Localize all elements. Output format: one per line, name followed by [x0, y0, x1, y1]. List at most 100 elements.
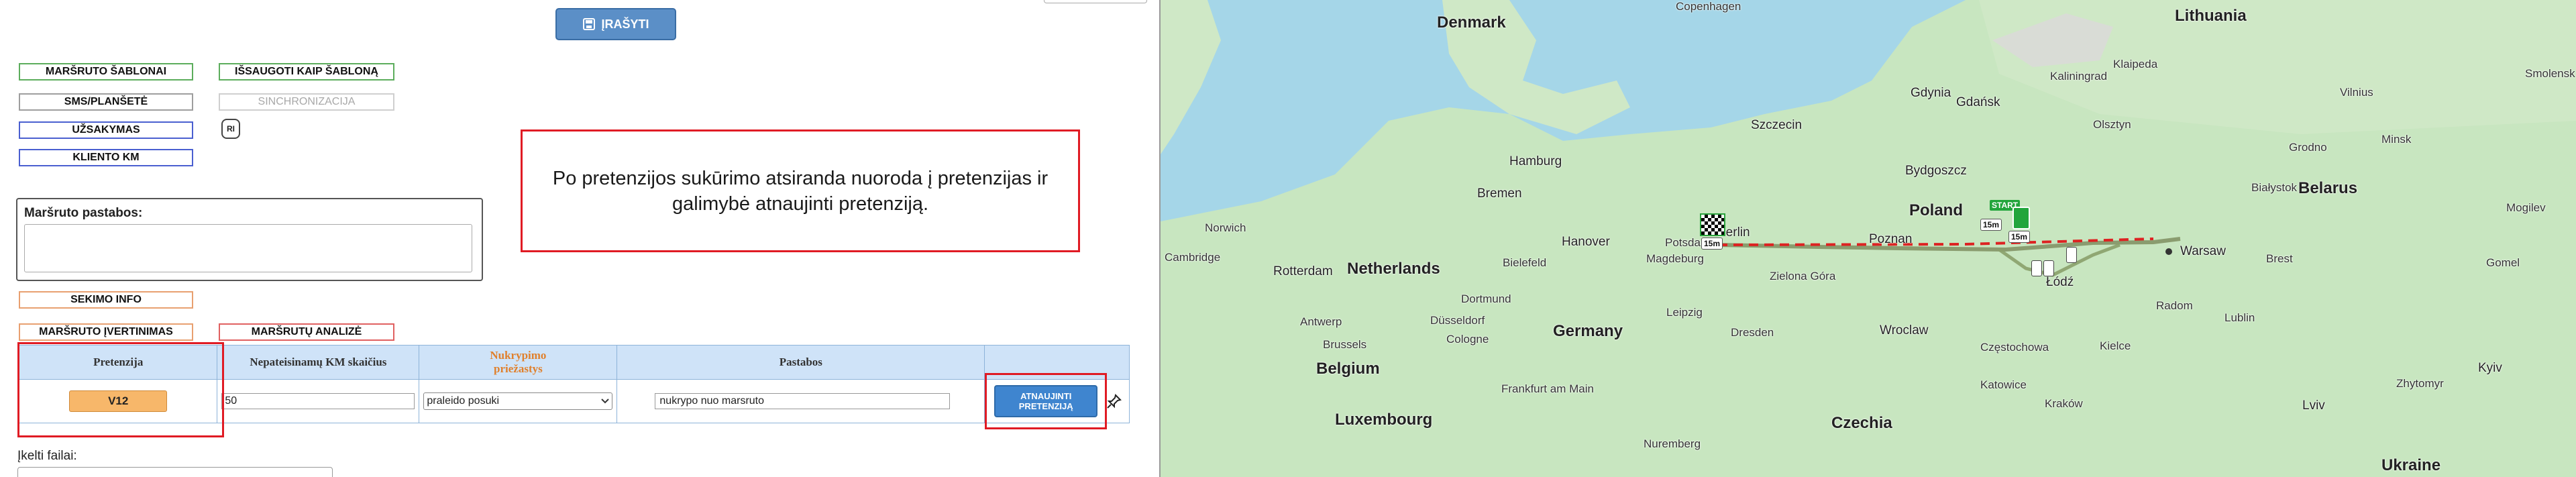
claim-highlight-box: [17, 342, 224, 437]
sync-button[interactable]: SINCHRONIZACIJA: [219, 93, 394, 111]
waypoint-icon[interactable]: [2031, 260, 2042, 276]
reason-column-header: Nukrypimo priežastys: [419, 345, 618, 380]
label-wroclaw: Wroclaw: [1880, 323, 1929, 337]
route-analysis-button[interactable]: MARŠRUTŲ ANALIZĖ: [219, 323, 394, 341]
label-bielefeld: Bielefeld: [1503, 256, 1547, 269]
save-button[interactable]: ĮRAŠYTI: [555, 8, 676, 40]
label-gdansk: Gdańsk: [1956, 95, 2000, 109]
waypoint-icon[interactable]: [2043, 260, 2054, 276]
label-germany: Germany: [1553, 322, 1623, 340]
label-radom: Radom: [2156, 299, 2193, 312]
route-evaluation-button[interactable]: MARŠRUTO ĮVERTINIMAS: [19, 323, 193, 341]
label-brussels: Brussels: [1323, 338, 1367, 351]
uploaded-files-input[interactable]: [17, 467, 333, 477]
chevron-down-icon: [601, 399, 610, 404]
route-map[interactable]: Denmark Lithuania Netherlands Poland Bel…: [1161, 0, 2576, 477]
save-icon: [583, 18, 596, 30]
label-rotterdam: Rotterdam: [1273, 264, 1333, 278]
notes-cell: nukrypo nuo marsruto: [616, 379, 985, 423]
label-klaipeda: Klaipeda: [2113, 58, 2158, 70]
reason-cell: praleido posuki: [419, 379, 618, 423]
info-callout: Po pretenzijos sukūrimo atsiranda nuorod…: [521, 129, 1080, 252]
notes-input[interactable]: nukrypo nuo marsruto: [655, 393, 951, 409]
label-krakow: Kraków: [2045, 397, 2083, 410]
label-mogilev: Mogilev: [2506, 201, 2546, 214]
label-dortmund: Dortmund: [1461, 293, 1511, 305]
renew-highlight-box: [985, 373, 1107, 429]
label-minsk: Minsk: [2381, 133, 2412, 146]
ri-badge: RI: [221, 119, 240, 139]
km-cell: 50: [217, 379, 420, 423]
reason-column-header-text: Nukrypimo priežastys: [490, 349, 547, 375]
label-bremen: Bremen: [1477, 187, 1522, 201]
label-leipzig: Leipzig: [1666, 306, 1703, 319]
label-kaliningrad: Kaliningrad: [2050, 70, 2108, 83]
route-notes-label: Maršruto pastabos:: [24, 206, 143, 220]
route-notes-textarea[interactable]: [24, 224, 472, 272]
label-olsztyn: Olsztyn: [2093, 118, 2131, 131]
label-belgium: Belgium: [1316, 360, 1380, 378]
notes-column-header: Pastabos: [616, 345, 985, 380]
city-dot: [2165, 248, 2172, 255]
label-czechia: Czechia: [1831, 414, 1892, 432]
label-hanover: Hanover: [1562, 235, 1610, 249]
label-copenhagen: Copenhagen: [1676, 0, 1741, 13]
label-poznan: Poznan: [1869, 232, 1913, 246]
client-km-button[interactable]: KLIENTO KM: [19, 149, 193, 166]
label-szczecin: Szczecin: [1751, 118, 1803, 132]
label-bialystok: Białystok: [2251, 181, 2298, 194]
label-dusseldorf: Düsseldorf: [1430, 314, 1485, 327]
label-lodz: Łódź: [2046, 275, 2074, 289]
save-as-template-button[interactable]: IŠSAUGOTI KAIP ŠABLONĄ: [219, 63, 394, 81]
reason-select[interactable]: praleido posuki: [423, 392, 613, 410]
label-hamburg: Hamburg: [1509, 154, 1562, 168]
time-marker-start[interactable]: 15m: [1980, 219, 2002, 231]
label-vilnius: Vilnius: [2340, 86, 2373, 99]
label-nuremberg: Nuremberg: [1644, 437, 1701, 450]
label-lublin: Lublin: [2224, 311, 2255, 324]
label-dresden: Dresden: [1731, 326, 1774, 339]
label-bydgoszcz: Bydgoszcz: [1905, 164, 1967, 178]
waypoint-icon[interactable]: [2066, 247, 2077, 263]
pin-icon[interactable]: [1107, 394, 1122, 409]
label-kyiv: Kyiv: [2478, 361, 2502, 375]
label-magdeburg: Magdeburg: [1646, 252, 1705, 265]
label-czestochowa: Częstochowa: [1980, 341, 2049, 354]
label-lithuania: Lithuania: [2175, 7, 2247, 25]
label-frankfurt: Frankfurt am Main: [1501, 382, 1594, 395]
sms-tablet-button[interactable]: SMS/PLANŠETĖ: [19, 93, 193, 111]
label-luxembourg: Luxembourg: [1335, 411, 1433, 429]
label-katowice: Katowice: [1980, 378, 2027, 391]
label-gdynia: Gdynia: [1911, 86, 1951, 100]
tracking-info-button[interactable]: SEKIMO INFO: [19, 291, 193, 309]
km-column-header-text: Nepateisinamų KM skaičius: [250, 356, 387, 368]
label-grodno: Grodno: [2289, 141, 2327, 154]
time-marker-warsaw[interactable]: 15m: [2008, 231, 2031, 243]
finish-flag-icon[interactable]: [1700, 213, 1725, 236]
label-norwich: Norwich: [1205, 221, 1246, 234]
time-marker-berlin[interactable]: 15m: [1701, 237, 1723, 250]
label-zhytomyr: Zhytomyr: [2396, 377, 2444, 390]
label-belarus: Belarus: [2298, 179, 2358, 197]
km-input[interactable]: 50: [221, 393, 415, 409]
label-netherlands: Netherlands: [1347, 260, 1440, 278]
start-truck-icon[interactable]: [2012, 207, 2030, 229]
label-ukraine: Ukraine: [2381, 456, 2441, 474]
route-templates-button[interactable]: MARŠRUTO ŠABLONAI: [19, 63, 193, 81]
order-button[interactable]: UŽSAKYMAS: [19, 121, 193, 139]
top-right-tab[interactable]: [1044, 0, 1147, 3]
label-zielona-gora: Zielona Góra: [1770, 270, 1836, 282]
label-brest: Brest: [2266, 252, 2293, 265]
reason-select-value: praleido posuki: [427, 395, 500, 407]
label-warsaw: Warsaw: [2180, 244, 2226, 258]
label-smolensk: Smolensk: [2525, 67, 2575, 80]
uploaded-files-label: Įkelti failai:: [17, 449, 77, 463]
label-gomel: Gomel: [2486, 256, 2520, 269]
km-column-header: Nepateisinamų KM skaičius: [217, 345, 420, 380]
label-cologne: Cologne: [1446, 333, 1489, 346]
label-kielce: Kielce: [2100, 339, 2131, 352]
map-background: [1161, 0, 2576, 477]
route-form-panel: ĮRAŠYTI MARŠRUTO ŠABLONAI IŠSAUGOTI KAIP…: [0, 0, 1159, 477]
label-poland: Poland: [1909, 201, 1964, 219]
label-lviv: Lviv: [2302, 399, 2325, 413]
